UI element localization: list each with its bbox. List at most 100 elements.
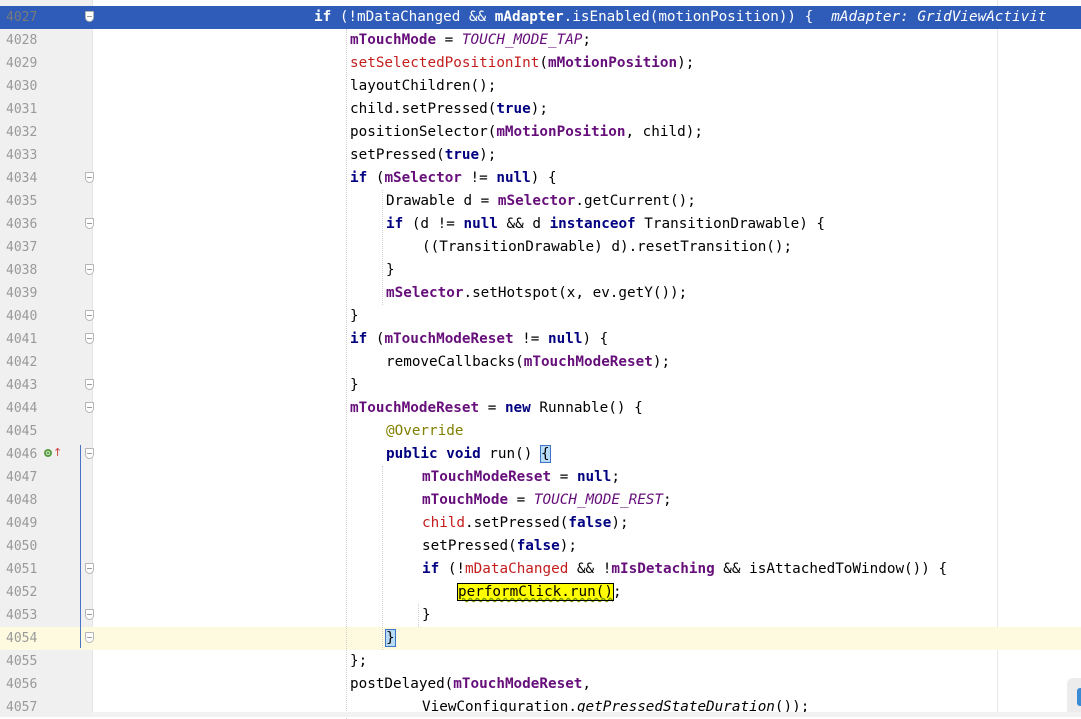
fold-marker-icon[interactable] bbox=[85, 609, 94, 620]
line-number[interactable]: 4029 bbox=[6, 52, 46, 75]
inlay-hint: mAdapter: GridViewActivit bbox=[831, 9, 1047, 25]
fold-marker-icon[interactable] bbox=[85, 333, 94, 344]
line-number[interactable]: 4042 bbox=[6, 351, 46, 374]
fold-marker-icon[interactable] bbox=[85, 448, 94, 459]
code-token: Runnable() { bbox=[530, 400, 643, 416]
code-line[interactable]: 4056 postDelayed(mTouchModeReset, bbox=[0, 673, 1081, 696]
line-number[interactable]: 4028 bbox=[6, 29, 46, 52]
code-line[interactable]: 4052 performClick.run(); bbox=[0, 581, 1081, 604]
code-line[interactable]: 4027 if (!mDataChanged && mAdapter.isEnab… bbox=[0, 6, 1081, 29]
override-icon[interactable]: o bbox=[44, 449, 52, 457]
code-token: ; bbox=[663, 492, 672, 508]
line-number[interactable]: 4056 bbox=[6, 673, 46, 696]
code-text: } bbox=[385, 627, 396, 650]
fold-marker-icon[interactable] bbox=[85, 310, 94, 321]
code-line[interactable]: 4054} bbox=[0, 627, 1081, 650]
code-line[interactable]: 4034 if (mSelector != null) { bbox=[0, 167, 1081, 190]
code-line[interactable]: 4035 Drawable d = mSelector.getCurrent(); bbox=[0, 190, 1081, 213]
code-text: if (d != null && d instanceof Transition… bbox=[386, 213, 825, 236]
line-number[interactable]: 4040 bbox=[6, 305, 46, 328]
code-line[interactable]: 4049 child.setPressed(false); bbox=[0, 512, 1081, 535]
line-number[interactable]: 4037 bbox=[6, 236, 46, 259]
line-number[interactable]: 4043 bbox=[6, 374, 46, 397]
line-number[interactable]: 4048 bbox=[6, 489, 46, 512]
code-line[interactable]: 4036 if (d != null && d instanceof Transi… bbox=[0, 213, 1081, 236]
code-token: ( bbox=[367, 331, 385, 347]
change-marker-bar[interactable] bbox=[80, 445, 81, 648]
code-token: mTouchModeReset bbox=[453, 676, 583, 692]
code-token: mTouchMode bbox=[422, 492, 509, 508]
line-number[interactable]: 4031 bbox=[6, 98, 46, 121]
code-line[interactable]: 4051 if (!mDataChanged && !mIsDetaching &… bbox=[0, 558, 1081, 581]
fold-marker-icon[interactable] bbox=[85, 379, 94, 390]
line-number[interactable]: 4044 bbox=[6, 397, 46, 420]
line-number[interactable]: 4045 bbox=[6, 420, 46, 443]
code-line[interactable]: 4038} bbox=[0, 259, 1081, 282]
line-number[interactable]: 4027 bbox=[6, 6, 46, 29]
code-token: } bbox=[422, 607, 431, 623]
line-number[interactable]: 4049 bbox=[6, 512, 46, 535]
line-number[interactable]: 4054 bbox=[6, 627, 46, 650]
line-number[interactable]: 4046 bbox=[6, 443, 46, 466]
line-number[interactable]: 4053 bbox=[6, 604, 46, 627]
code-line[interactable]: 4048 mTouchMode = TOUCH_MODE_REST; bbox=[0, 489, 1081, 512]
line-number[interactable]: 4041 bbox=[6, 328, 46, 351]
code-token: ); bbox=[652, 354, 671, 370]
code-line[interactable]: 4031 child.setPressed(true); bbox=[0, 98, 1081, 121]
edge-tab-icon[interactable] bbox=[1077, 688, 1081, 706]
code-line[interactable]: 4047 mTouchModeReset = null; bbox=[0, 466, 1081, 489]
code-line[interactable]: 4040} bbox=[0, 305, 1081, 328]
code-line[interactable]: 4043} bbox=[0, 374, 1081, 397]
code-line[interactable]: 4042 removeCallbacks(mTouchModeReset); bbox=[0, 351, 1081, 374]
fold-marker-icon[interactable] bbox=[85, 264, 94, 275]
code-text: positionSelector(mMotionPosition, child)… bbox=[350, 121, 703, 144]
code-token: ; bbox=[612, 584, 622, 600]
line-number[interactable]: 4030 bbox=[6, 75, 46, 98]
code-line[interactable]: 4032 positionSelector(mMotionPosition, ch… bbox=[0, 121, 1081, 144]
code-token: ) { bbox=[530, 170, 557, 186]
code-token: && d bbox=[497, 216, 550, 232]
arrow-up-icon[interactable]: ↑ bbox=[53, 446, 62, 459]
line-number[interactable]: 4036 bbox=[6, 213, 46, 236]
line-number[interactable]: 4047 bbox=[6, 466, 46, 489]
code-token: ); bbox=[479, 147, 497, 163]
code-line[interactable]: 4037 ((TransitionDrawable) d).resetTransi… bbox=[0, 236, 1081, 259]
indent-guide bbox=[346, 29, 348, 719]
line-number[interactable]: 4050 bbox=[6, 535, 46, 558]
line-number[interactable]: 4035 bbox=[6, 190, 46, 213]
horizontal-scrollbar[interactable] bbox=[92, 712, 1081, 717]
code-line[interactable]: 4028 mTouchMode = TOUCH_MODE_TAP; bbox=[0, 29, 1081, 52]
fold-marker-icon[interactable] bbox=[85, 563, 94, 574]
code-line[interactable]: 4055}; bbox=[0, 650, 1081, 673]
line-number[interactable]: 4032 bbox=[6, 121, 46, 144]
line-number[interactable]: 4039 bbox=[6, 282, 46, 305]
line-number[interactable]: 4034 bbox=[6, 167, 46, 190]
code-text: setPressed(true); bbox=[350, 144, 496, 167]
code-line[interactable]: 4041 if (mTouchModeReset != null) { bbox=[0, 328, 1081, 351]
line-number[interactable]: 4055 bbox=[6, 650, 46, 673]
code-line[interactable]: 4030 layoutChildren(); bbox=[0, 75, 1081, 98]
code-line[interactable]: 4050 setPressed(false); bbox=[0, 535, 1081, 558]
code-line[interactable]: 4046 public void run() { bbox=[0, 443, 1081, 466]
fold-marker-icon[interactable] bbox=[85, 402, 94, 413]
code-token: } bbox=[350, 308, 359, 324]
code-token: mSelector bbox=[386, 285, 464, 301]
gutter-override-icons[interactable]: o ↑ bbox=[44, 446, 64, 462]
fold-marker-icon[interactable] bbox=[85, 218, 94, 229]
code-token: if bbox=[386, 216, 404, 232]
indent-guide bbox=[382, 466, 384, 650]
line-number[interactable]: 4038 bbox=[6, 259, 46, 282]
code-line[interactable]: 4039 mSelector.setHotspot(x, ev.getY()); bbox=[0, 282, 1081, 305]
code-line[interactable]: 4033 setPressed(true); bbox=[0, 144, 1081, 167]
line-number[interactable]: 4033 bbox=[6, 144, 46, 167]
line-number[interactable]: 4051 bbox=[6, 558, 46, 581]
code-line[interactable]: 4045 @Override bbox=[0, 420, 1081, 443]
line-number[interactable]: 4057 bbox=[6, 696, 46, 719]
line-number[interactable]: 4052 bbox=[6, 581, 46, 604]
fold-marker-icon[interactable] bbox=[85, 172, 94, 183]
fold-marker-icon[interactable] bbox=[85, 632, 94, 643]
fold-marker-icon[interactable] bbox=[85, 11, 94, 22]
code-line[interactable]: 4044 mTouchModeReset = new Runnable() { bbox=[0, 397, 1081, 420]
code-line[interactable]: 4053} bbox=[0, 604, 1081, 627]
code-line[interactable]: 4029 setSelectedPositionInt(mMotionPositi… bbox=[0, 52, 1081, 75]
